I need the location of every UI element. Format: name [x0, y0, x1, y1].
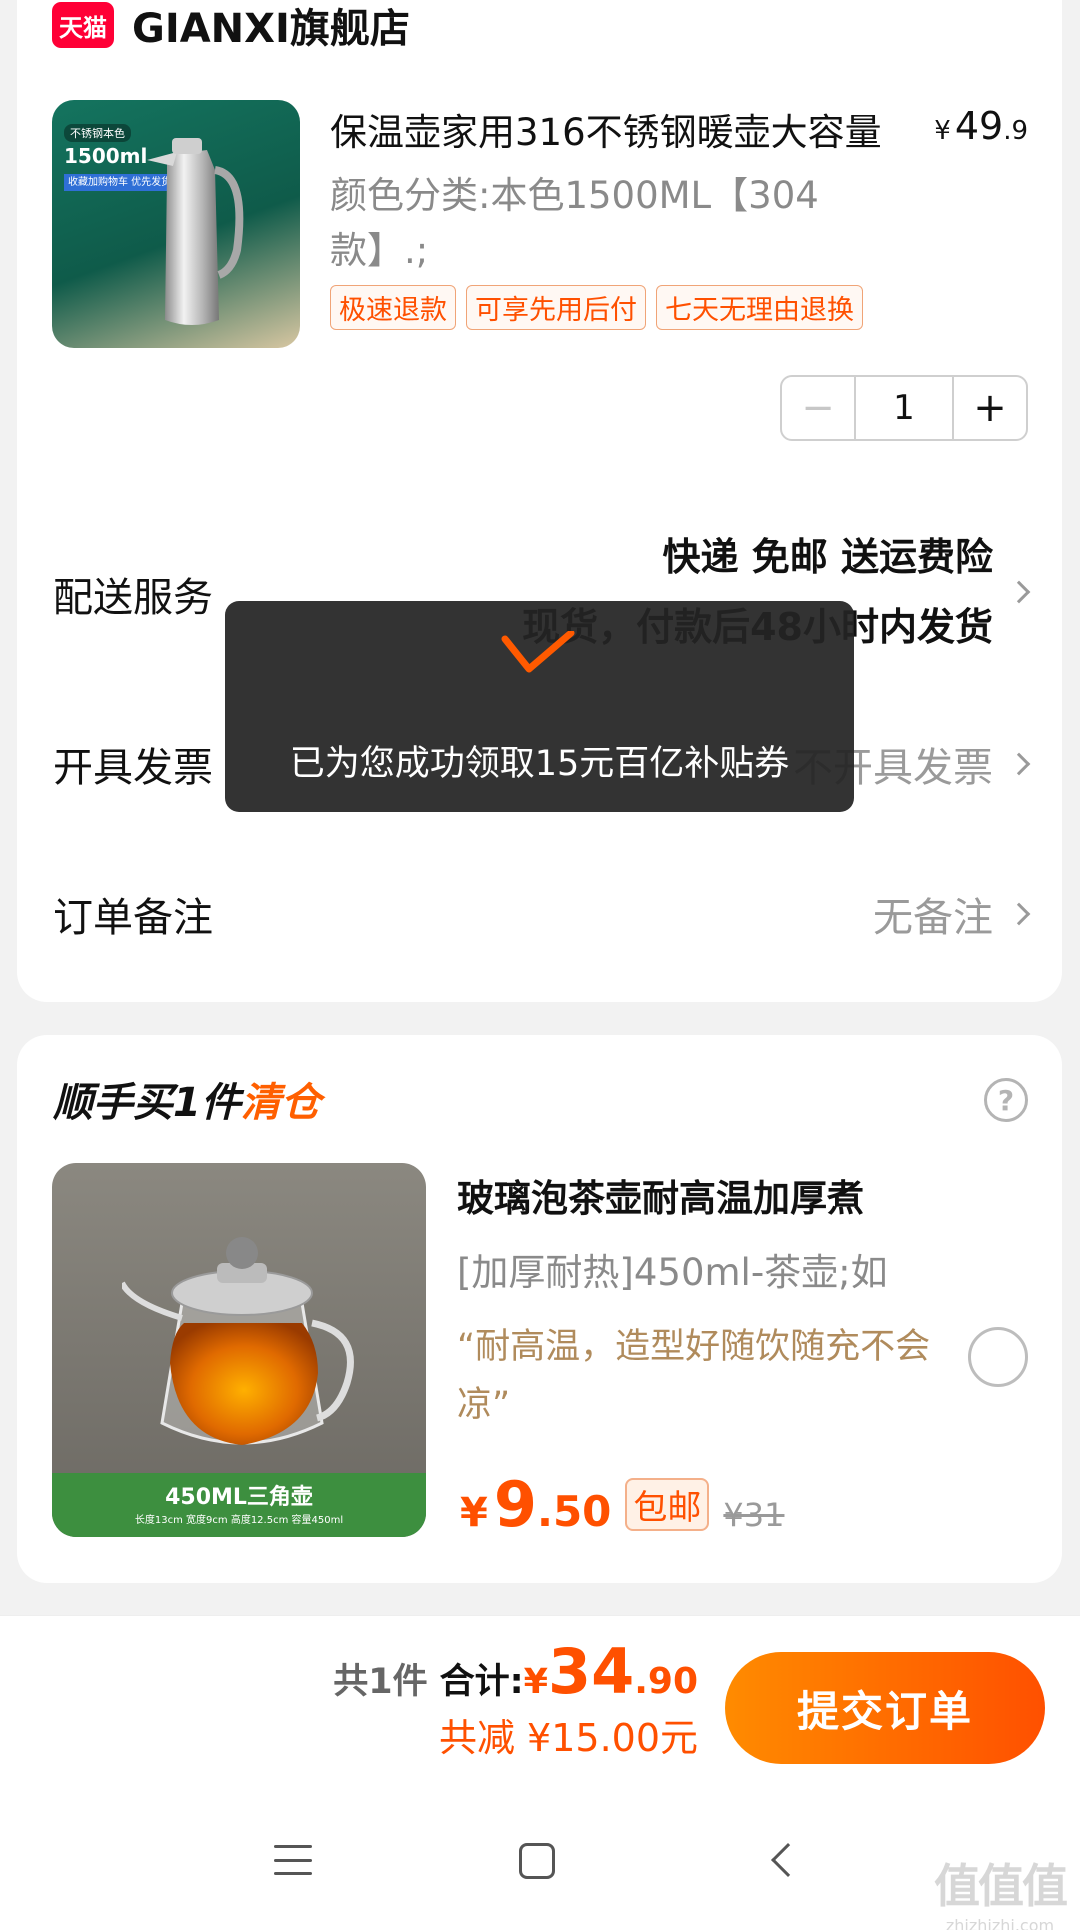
- checkmark-icon: [501, 631, 575, 673]
- success-toast: 已为您成功领取15元百亿补贴券: [225, 601, 854, 812]
- thermos-pot-icon: [147, 138, 244, 325]
- recent-apps-icon[interactable]: [274, 1845, 312, 1875]
- product-sku[interactable]: 颜色分类:本色1500ML【304款】.;: [330, 168, 860, 278]
- teapot-icon: [122, 1237, 354, 1445]
- invoice-label: 开具发票: [53, 745, 213, 791]
- product-image[interactable]: 不锈钢本色 1500ml 收藏加购物车 优先发货: [52, 100, 300, 348]
- remark-row[interactable]: 无备注: [873, 885, 1031, 943]
- chevron-right-icon: [1007, 580, 1031, 604]
- tmall-logo-icon: 天猫: [52, 2, 114, 48]
- addon-review: “耐高温，造型好随饮随充不会凉”: [457, 1327, 931, 1425]
- store-name[interactable]: GIANXI旗舰店: [132, 0, 410, 54]
- increase-button[interactable]: +: [954, 377, 1026, 439]
- product-price: ¥49.9: [934, 104, 1028, 148]
- home-icon[interactable]: [519, 1843, 555, 1879]
- original-price: ¥31: [723, 1496, 785, 1534]
- store-header[interactable]: 天猫 GIANXI旗舰店: [52, 0, 410, 52]
- watermark: 值值值 zhizhizhi.com: [934, 1859, 1068, 1930]
- addon-product-title[interactable]: 玻璃泡茶壶耐高温加厚煮: [457, 1168, 864, 1222]
- chevron-right-icon: [1007, 902, 1031, 926]
- submit-order-button[interactable]: 提交订单: [725, 1652, 1045, 1764]
- service-tag: 极速退款: [330, 285, 456, 330]
- quantity-input[interactable]: 1: [854, 377, 954, 439]
- delivery-label: 配送服务: [53, 575, 213, 621]
- toast-message: 已为您成功领取15元百亿补贴券: [289, 744, 790, 784]
- item-count: 共1件: [333, 1662, 428, 1702]
- product-image-tag: 不锈钢本色: [64, 124, 131, 142]
- product-title[interactable]: 保温壶家用316不锈钢暖壶大容量: [330, 102, 882, 156]
- service-tag: 可享先用后付: [466, 285, 646, 330]
- service-tag: 七天无理由退换: [656, 285, 863, 330]
- addon-select-checkbox[interactable]: [968, 1327, 1028, 1387]
- order-total: 共1件 合计: ¥ 34 .90: [333, 1635, 698, 1708]
- addon-price: ¥ 9 .50 包邮 ¥31: [460, 1468, 785, 1541]
- addon-title: 顺手买1件清仓: [53, 1080, 321, 1126]
- remark-label: 订单备注: [53, 895, 213, 941]
- addon-image-band: 450ML三角壶 长度13cm 宽度9cm 高度12.5cm 容量450ml: [52, 1473, 426, 1537]
- addon-product-sku[interactable]: [加厚耐热]450ml-茶壶;如: [457, 1242, 888, 1296]
- service-tags: 极速退款 可享先用后付 七天无理由退换: [330, 285, 863, 330]
- saving-amount: 共减 ¥15.00元: [438, 1716, 698, 1760]
- addon-product-image[interactable]: 450ML三角壶 长度13cm 宽度9cm 高度12.5cm 容量450ml: [52, 1163, 426, 1537]
- quantity-stepper: − 1 +: [780, 375, 1028, 441]
- chevron-right-icon: [1007, 752, 1031, 776]
- product-image-capacity: 1500ml: [64, 144, 148, 168]
- remark-value: 无备注: [873, 895, 993, 941]
- decrease-button[interactable]: −: [782, 377, 854, 439]
- help-icon[interactable]: ?: [984, 1078, 1028, 1122]
- free-shipping-badge: 包邮: [625, 1478, 710, 1531]
- delivery-line-1: 快递 免邮 送运费险: [662, 535, 993, 579]
